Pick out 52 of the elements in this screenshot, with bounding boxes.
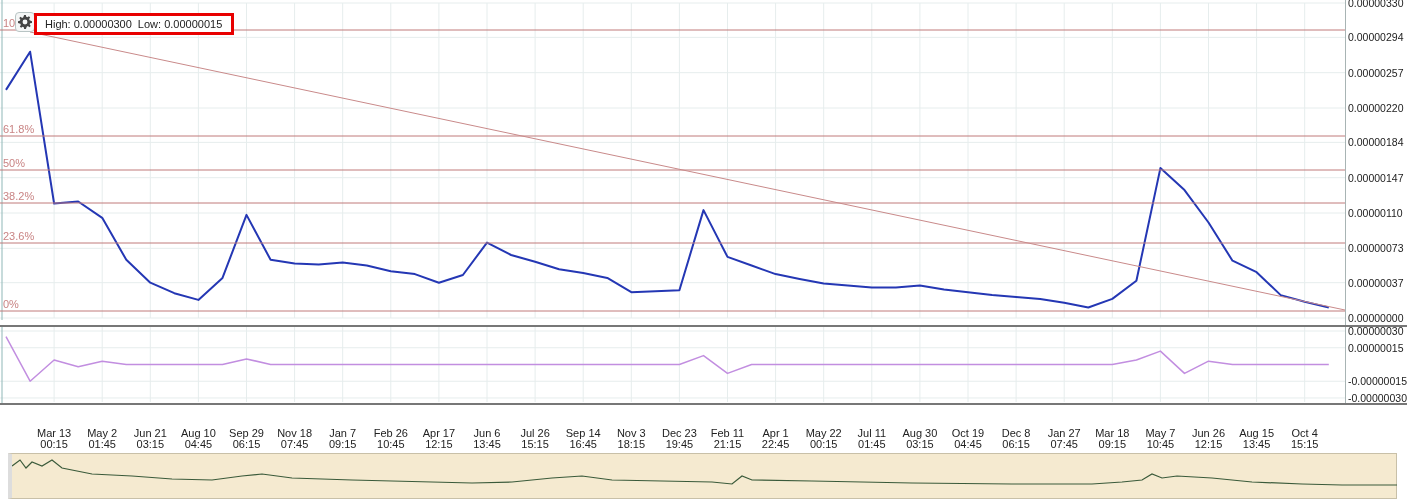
axis-label: 0.00000073 bbox=[1348, 242, 1404, 255]
date-label: Aug 15 13:45 bbox=[1239, 427, 1275, 450]
axis-label: 0.00000037 bbox=[1348, 276, 1404, 289]
date-label: Sep 14 16:45 bbox=[565, 427, 601, 450]
date-label: Jul 11 01:45 bbox=[857, 427, 887, 450]
axis-label: 0.00000147 bbox=[1348, 171, 1404, 184]
fibonacci-level-label: 0% bbox=[3, 298, 19, 310]
date-label: Jul 26 15:15 bbox=[520, 427, 550, 450]
navigator-panel[interactable] bbox=[8, 453, 1397, 499]
date-label: Nov 3 18:15 bbox=[616, 427, 646, 450]
low-price-label: Low: 0.00000015 bbox=[137, 16, 223, 32]
date-label: Jun 6 13:45 bbox=[473, 427, 501, 450]
axis-label: -0.00000030 bbox=[1348, 392, 1407, 404]
date-label: Feb 26 10:45 bbox=[373, 427, 408, 450]
date-label: Oct 19 04:45 bbox=[951, 427, 985, 450]
fibonacci-level-label: 10 bbox=[3, 17, 16, 29]
axis-label: 0.00000220 bbox=[1348, 102, 1404, 114]
axis-label: 0.00000030 bbox=[1348, 327, 1404, 337]
date-label: Oct 4 15:15 bbox=[1290, 427, 1319, 450]
axis-label: 0.00000110 bbox=[1348, 207, 1403, 219]
date-label: Sep 29 06:15 bbox=[229, 427, 264, 450]
axis-label: 0.00000294 bbox=[1348, 31, 1404, 44]
fibonacci-level-label: 50% bbox=[3, 157, 26, 169]
date-label: Apr 17 12:15 bbox=[422, 427, 456, 450]
date-label: Jun 21 03:15 bbox=[133, 427, 167, 450]
fibonacci-level-label: 23.6% bbox=[3, 230, 35, 242]
axis-label: 0.00000015 bbox=[1348, 341, 1404, 354]
date-label: Feb 11 21:15 bbox=[710, 427, 745, 450]
settings-icon bbox=[18, 15, 32, 29]
date-label: May 7 10:45 bbox=[1145, 427, 1176, 450]
date-label: May 2 01:45 bbox=[87, 427, 118, 450]
date-label: Apr 1 22:45 bbox=[761, 427, 790, 450]
date-label: Jun 26 12:15 bbox=[1192, 427, 1225, 450]
date-label: Dec 8 06:15 bbox=[1001, 427, 1031, 450]
high-price-label: High: 0.00000300 bbox=[45, 16, 132, 32]
axis-label: 0.00000000 bbox=[1348, 312, 1404, 324]
axis-label: 0.00000330 bbox=[1348, 0, 1404, 9]
date-label: Aug 30 03:15 bbox=[902, 427, 938, 450]
date-label: Nov 18 07:45 bbox=[277, 427, 313, 450]
date-label: Dec 23 19:45 bbox=[661, 427, 697, 450]
date-label: Aug 10 04:45 bbox=[180, 427, 216, 450]
settings-button[interactable] bbox=[15, 12, 35, 32]
fibonacci-level-label: 61.8% bbox=[3, 123, 35, 135]
axis-label: -0.00000015 bbox=[1348, 375, 1407, 388]
date-label: Jan 27 07:45 bbox=[1047, 427, 1081, 450]
date-label: Mar 13 00:15 bbox=[36, 427, 72, 450]
date-label: Jan 7 09:15 bbox=[328, 427, 357, 450]
axis-label: 0.00000184 bbox=[1348, 136, 1404, 149]
date-label: May 22 00:15 bbox=[805, 427, 842, 450]
axis-label: 0.00000257 bbox=[1348, 66, 1404, 79]
date-label: Mar 18 09:15 bbox=[1095, 427, 1130, 450]
fibonacci-level-label: 38.2% bbox=[3, 190, 35, 202]
